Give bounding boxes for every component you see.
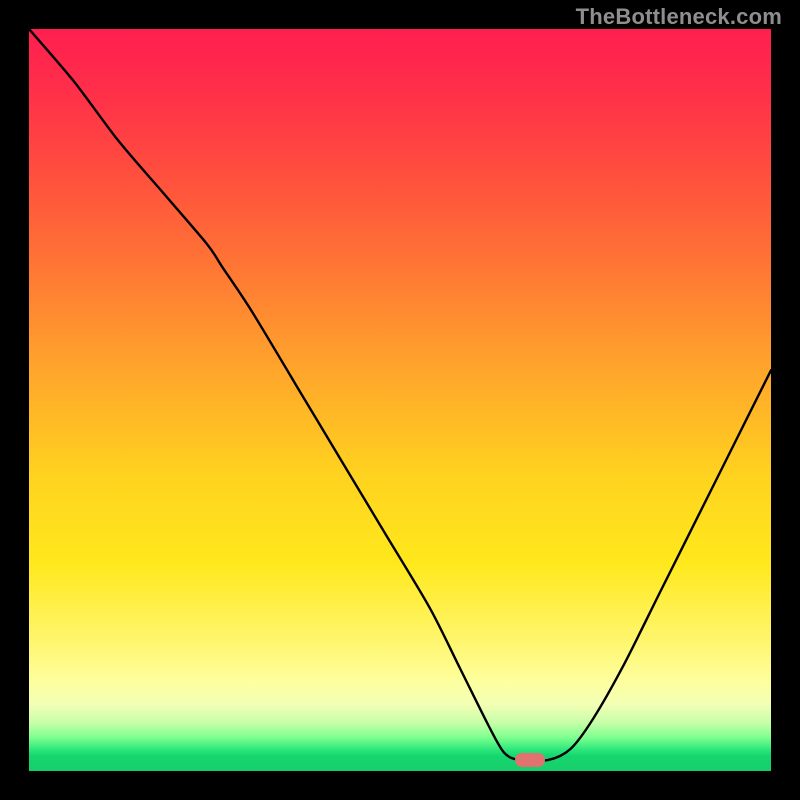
plot-area <box>29 29 771 771</box>
curve-svg <box>29 29 771 771</box>
chart-frame: TheBottleneck.com <box>0 0 800 800</box>
optimum-marker <box>515 753 545 767</box>
watermark-text: TheBottleneck.com <box>576 4 782 30</box>
bottleneck-curve-path <box>29 29 771 761</box>
